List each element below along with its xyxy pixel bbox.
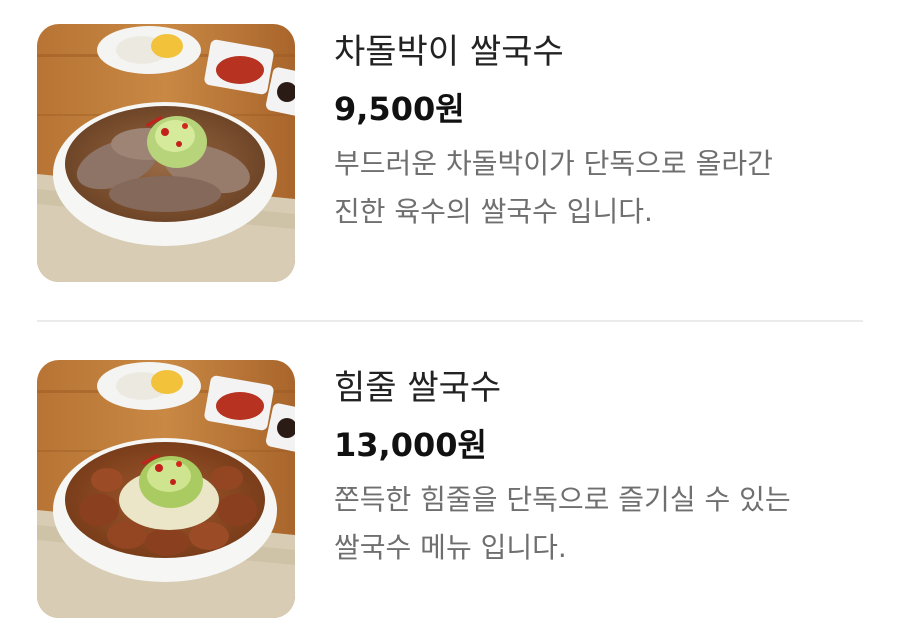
menu-item-name: 차돌박이 쌀국수 — [334, 32, 564, 72]
item-divider — [37, 320, 863, 322]
description-line: 진한 육수의 쌀국수 입니다. — [334, 195, 653, 228]
menu-list: 차돌박이 쌀국수 9,500원 부드러운 차돌박이가 단독으로 올라간 진한 육… — [0, 0, 900, 644]
description-line: 쫀득한 힘줄을 단독으로 즐기실 수 있는 — [334, 483, 791, 516]
menu-item-price: 9,500원 — [334, 90, 465, 128]
description-line: 쌀국수 메뉴 입니다. — [334, 531, 567, 564]
menu-item-tendon-pho[interactable]: 힘줄 쌀국수 13,000원 쫀득한 힘줄을 단독으로 즐기실 수 있는 쌀국수… — [0, 336, 900, 618]
menu-item-description: 쫀득한 힘줄을 단독으로 즐기실 수 있는 쌀국수 메뉴 입니다. — [334, 476, 874, 572]
menu-item-price: 13,000원 — [334, 426, 487, 464]
description-line: 부드러운 차돌박이가 단독으로 올라간 — [334, 147, 773, 180]
tendon-pho-photo[interactable] — [37, 360, 295, 618]
menu-item-name: 힘줄 쌀국수 — [334, 368, 502, 408]
brisket-pho-photo[interactable] — [37, 24, 295, 282]
menu-item-description: 부드러운 차돌박이가 단독으로 올라간 진한 육수의 쌀국수 입니다. — [334, 140, 874, 236]
menu-item-brisket-pho[interactable]: 차돌박이 쌀국수 9,500원 부드러운 차돌박이가 단독으로 올라간 진한 육… — [0, 0, 900, 282]
